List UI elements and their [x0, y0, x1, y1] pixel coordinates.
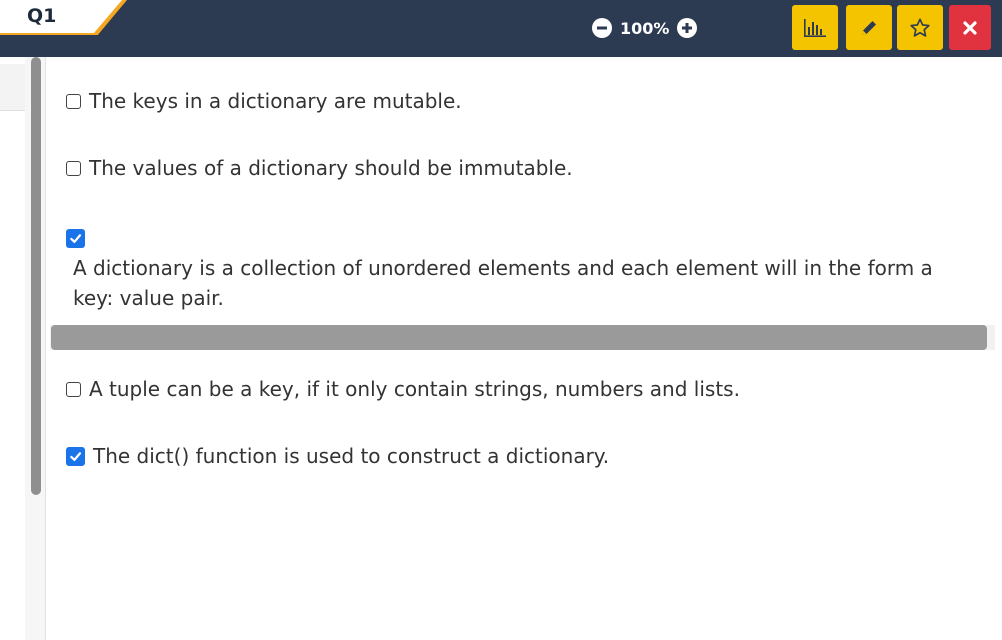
option-1-checkbox[interactable]: [66, 93, 81, 109]
vertical-scrollbar[interactable]: [31, 57, 41, 495]
favorite-button[interactable]: [897, 5, 943, 50]
left-panel: [0, 57, 26, 640]
bar-chart-icon: [804, 18, 826, 37]
plus-icon: [682, 23, 693, 33]
close-button[interactable]: [949, 5, 991, 50]
option-4-checkbox[interactable]: [66, 381, 81, 397]
option-4-text: A tuple can be a key, if it only contain…: [89, 377, 740, 401]
option-3-checkbox[interactable]: [66, 229, 85, 248]
minus-icon: [597, 26, 607, 30]
question-tab[interactable]: [0, 0, 122, 33]
edit-button[interactable]: [846, 5, 892, 50]
stats-button[interactable]: [792, 5, 838, 50]
option-5-checkbox[interactable]: [66, 446, 85, 466]
option-2-text: The values of a dictionary should be imm…: [89, 156, 573, 180]
option-5[interactable]: The dict() function is used to construct…: [66, 444, 609, 468]
left-panel-header: [0, 64, 25, 111]
option-1[interactable]: The keys in a dictionary are mutable.: [66, 89, 462, 113]
option-5-text: The dict() function is used to construct…: [93, 444, 610, 468]
option-4[interactable]: A tuple can be a key, if it only contain…: [66, 377, 740, 401]
checkmark-icon: [70, 234, 82, 243]
zoom-control: 100%: [592, 15, 698, 41]
horizontal-scrollbar[interactable]: [51, 325, 987, 350]
option-3-text: A dictionary is a collection of unordere…: [73, 256, 933, 310]
top-bar: Q1 100%: [0, 0, 1002, 57]
question-label: Q1: [27, 5, 57, 27]
option-2[interactable]: The values of a dictionary should be imm…: [66, 156, 573, 180]
option-2-checkbox[interactable]: [66, 160, 81, 176]
star-icon: [910, 17, 930, 37]
close-icon: [963, 20, 977, 35]
zoom-level: 100%: [620, 18, 670, 38]
option-1-text: The keys in a dictionary are mutable.: [89, 89, 462, 113]
checkmark-icon: [70, 451, 82, 461]
pencil-icon: [862, 20, 876, 35]
zoom-out-button[interactable]: [592, 18, 612, 38]
zoom-in-button[interactable]: [677, 18, 698, 38]
